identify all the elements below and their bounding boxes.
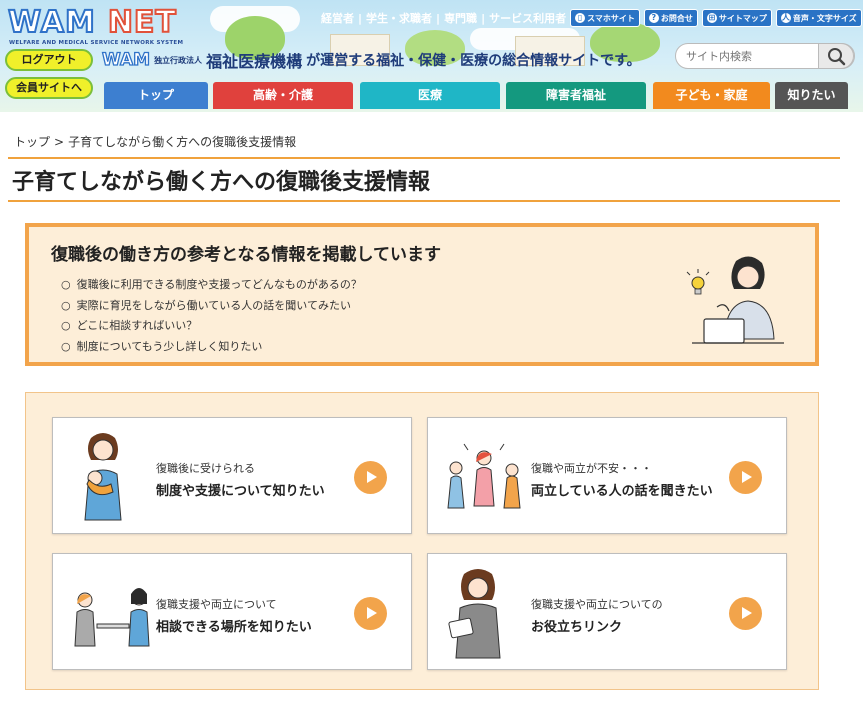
logo-wam: WAM: [7, 4, 96, 41]
breadcrumb-home-link[interactable]: トップ: [14, 135, 50, 149]
topic-card-panel: 復職後に受けられる 制度や支援について知りたい 復職や両立が不安・・・ 両立して…: [25, 392, 819, 690]
intro-question-item: 制度についてもう少し詳しく知りたい: [61, 337, 362, 358]
member-site-button[interactable]: 会員サイトへ: [5, 77, 93, 99]
card-subtitle: 復職後に受けられる: [156, 462, 255, 475]
card-hear-stories[interactable]: 復職や両立が不安・・・ 両立している人の話を聞きたい: [427, 417, 787, 534]
intro-question-item: どこに相談すればいい？: [61, 316, 362, 337]
link-students[interactable]: 学生・求職者: [366, 10, 432, 26]
card-subtitle: 復職支援や両立について: [156, 598, 277, 611]
search-input[interactable]: [686, 47, 816, 65]
site-search: [675, 43, 855, 69]
card-title: 両立している人の話を聞きたい: [531, 484, 713, 499]
nav-tab-children-family[interactable]: 子ども・家庭: [653, 82, 770, 109]
logo-net: NET: [107, 4, 177, 41]
link-professionals[interactable]: 専門職: [444, 10, 477, 26]
consultation-illustration: [74, 588, 150, 647]
intro-question-item: 実際に育児をしながら働いている人の話を聞いてみたい: [61, 296, 362, 317]
people-talking-illustration: [447, 443, 521, 509]
wam-net-logo[interactable]: WAM NET: [7, 4, 177, 41]
card-subtitle: 復職支援や両立についての: [531, 598, 663, 611]
card-title: お役立ちリンク: [531, 620, 623, 635]
intro-box: 復職後の働き方の参考となる情報を掲載しています 復職後に利用できる制度や支援って…: [25, 223, 819, 366]
play-arrow-icon[interactable]: [354, 597, 387, 630]
breadcrumb-current: 子育てしながら働く方への復職後支援情報: [68, 135, 297, 149]
card-title: 相談できる場所を知りたい: [156, 620, 312, 635]
card-title: 制度や支援について知りたい: [156, 484, 325, 499]
audience-links: 経営者 | 学生・求職者 | 専門職 | サービス利用者 ▯ スマホサイト ? お問合せ …: [321, 9, 862, 27]
play-arrow-icon[interactable]: [729, 597, 762, 630]
sitemap-icon: ⊞: [706, 13, 717, 23]
sitemap-button[interactable]: ⊞ サイトマップ: [701, 9, 772, 27]
play-arrow-icon[interactable]: [729, 461, 762, 494]
accessibility-icon: 人: [780, 13, 791, 23]
smartphone-site-button[interactable]: ▯ スマホサイト: [570, 9, 640, 27]
nav-tab-learn-more[interactable]: 知りたい: [775, 82, 848, 109]
nav-tab-elderly-care[interactable]: 高齢・介護: [213, 82, 353, 109]
search-button[interactable]: [818, 43, 854, 69]
search-icon: [828, 48, 846, 66]
link-managers[interactable]: 経営者: [321, 10, 354, 26]
contact-button[interactable]: ? お問合せ: [643, 9, 698, 27]
nav-tab-top[interactable]: トップ: [104, 82, 208, 109]
mother-baby-illustration: [84, 433, 122, 521]
intro-question-item: 復職後に利用できる制度や支援ってどんなものがあるの？: [61, 275, 362, 296]
card-useful-links[interactable]: 復職支援や両立についての お役立ちリンク: [427, 553, 787, 670]
org-tagline: WAM 独立行政法人 福祉医療機構 が運営する福祉・保健・医療の総合情報サイトで…: [101, 49, 641, 71]
woman-laptop-illustration: [686, 256, 784, 344]
nav-tab-disability-welfare[interactable]: 障害者福祉: [506, 82, 646, 109]
question-icon: ?: [648, 13, 659, 23]
play-arrow-icon[interactable]: [354, 461, 387, 494]
woman-tablet-illustration: [448, 569, 501, 659]
accessibility-button[interactable]: 人音声・文字サイズ: [775, 9, 862, 27]
org-wam-logo: WAM: [101, 49, 151, 70]
card-system-support[interactable]: 復職後に受けられる 制度や支援について知りたい: [52, 417, 412, 534]
breadcrumb: トップ > 子育てしながら働く方への復職後支援情報: [14, 135, 297, 149]
logo-tagline: WELFARE AND MEDICAL SERVICE NETWORK SYST…: [9, 40, 184, 46]
intro-question-list: 復職後に利用できる制度や支援ってどんなものがあるの？ 実際に育児をしながら働いて…: [61, 275, 362, 357]
title-bottom-rule: [8, 200, 840, 202]
lightbulb-icon: [686, 269, 710, 295]
intro-heading: 復職後の働き方の参考となる情報を掲載しています: [51, 245, 441, 265]
logout-button[interactable]: ログアウト: [5, 49, 93, 71]
page-title: 子育てしながら働く方への復職後支援情報: [12, 170, 431, 195]
nav-tab-medical[interactable]: 医療: [360, 82, 500, 109]
link-service-users[interactable]: サービス利用者: [489, 10, 566, 26]
smartphone-icon: ▯: [575, 13, 586, 23]
card-consultation-places[interactable]: 復職支援や両立について 相談できる場所を知りたい: [52, 553, 412, 670]
site-header: WAM NET WELFARE AND MEDICAL SERVICE NETWO…: [0, 0, 863, 112]
card-subtitle: 復職や両立が不安・・・: [531, 462, 652, 475]
title-top-rule: [8, 157, 840, 159]
